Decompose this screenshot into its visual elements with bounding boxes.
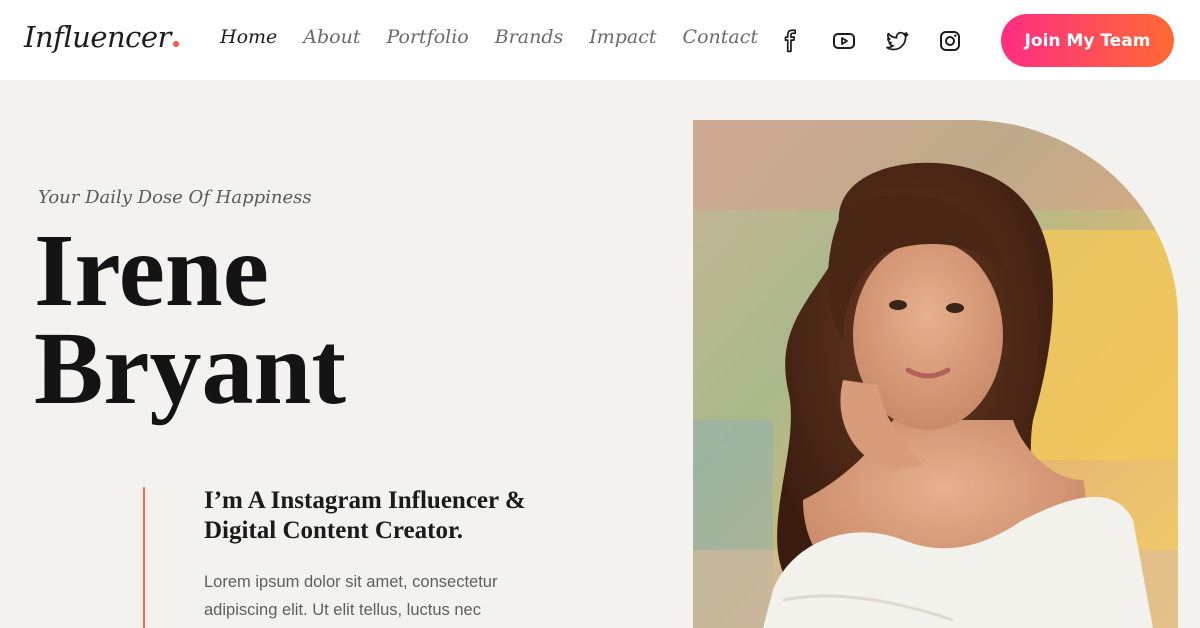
- nav-brands[interactable]: Brands: [495, 26, 564, 48]
- nav-impact[interactable]: Impact: [589, 26, 656, 48]
- social-links: [778, 28, 990, 54]
- facebook-icon[interactable]: [778, 28, 804, 54]
- site-header: Influencer Home About Portfolio Brands I…: [0, 0, 1200, 80]
- logo-text: Influencer: [24, 20, 171, 54]
- hero-tagline: Your Daily Dose Of Happiness: [38, 187, 312, 208]
- hero-subtitle: I’m A Instagram Influencer & Digital Con…: [204, 487, 526, 544]
- hero-first-name: Irene: [34, 213, 269, 328]
- logo-dot: [172, 41, 179, 47]
- instagram-icon[interactable]: [937, 28, 963, 54]
- nav-about[interactable]: About: [303, 26, 360, 48]
- youtube-icon[interactable]: [831, 28, 857, 54]
- hero-last-name: Bryant: [34, 311, 346, 426]
- join-team-button[interactable]: Join My Team: [1001, 14, 1174, 67]
- twitter-icon[interactable]: [884, 28, 910, 54]
- site-logo[interactable]: Influencer: [24, 20, 179, 54]
- nav-contact[interactable]: Contact: [683, 26, 758, 48]
- hero-name: Irene Bryant: [34, 213, 346, 426]
- main-nav: Home About Portfolio Brands Impact Conta…: [220, 26, 784, 48]
- accent-divider: [143, 487, 145, 628]
- hero-portrait-image: [693, 120, 1178, 628]
- nav-home[interactable]: Home: [220, 26, 277, 48]
- portrait-illustration: [693, 120, 1178, 628]
- hero-description: Lorem ipsum dolor sit amet, consectetur …: [204, 573, 498, 619]
- nav-portfolio[interactable]: Portfolio: [386, 26, 468, 48]
